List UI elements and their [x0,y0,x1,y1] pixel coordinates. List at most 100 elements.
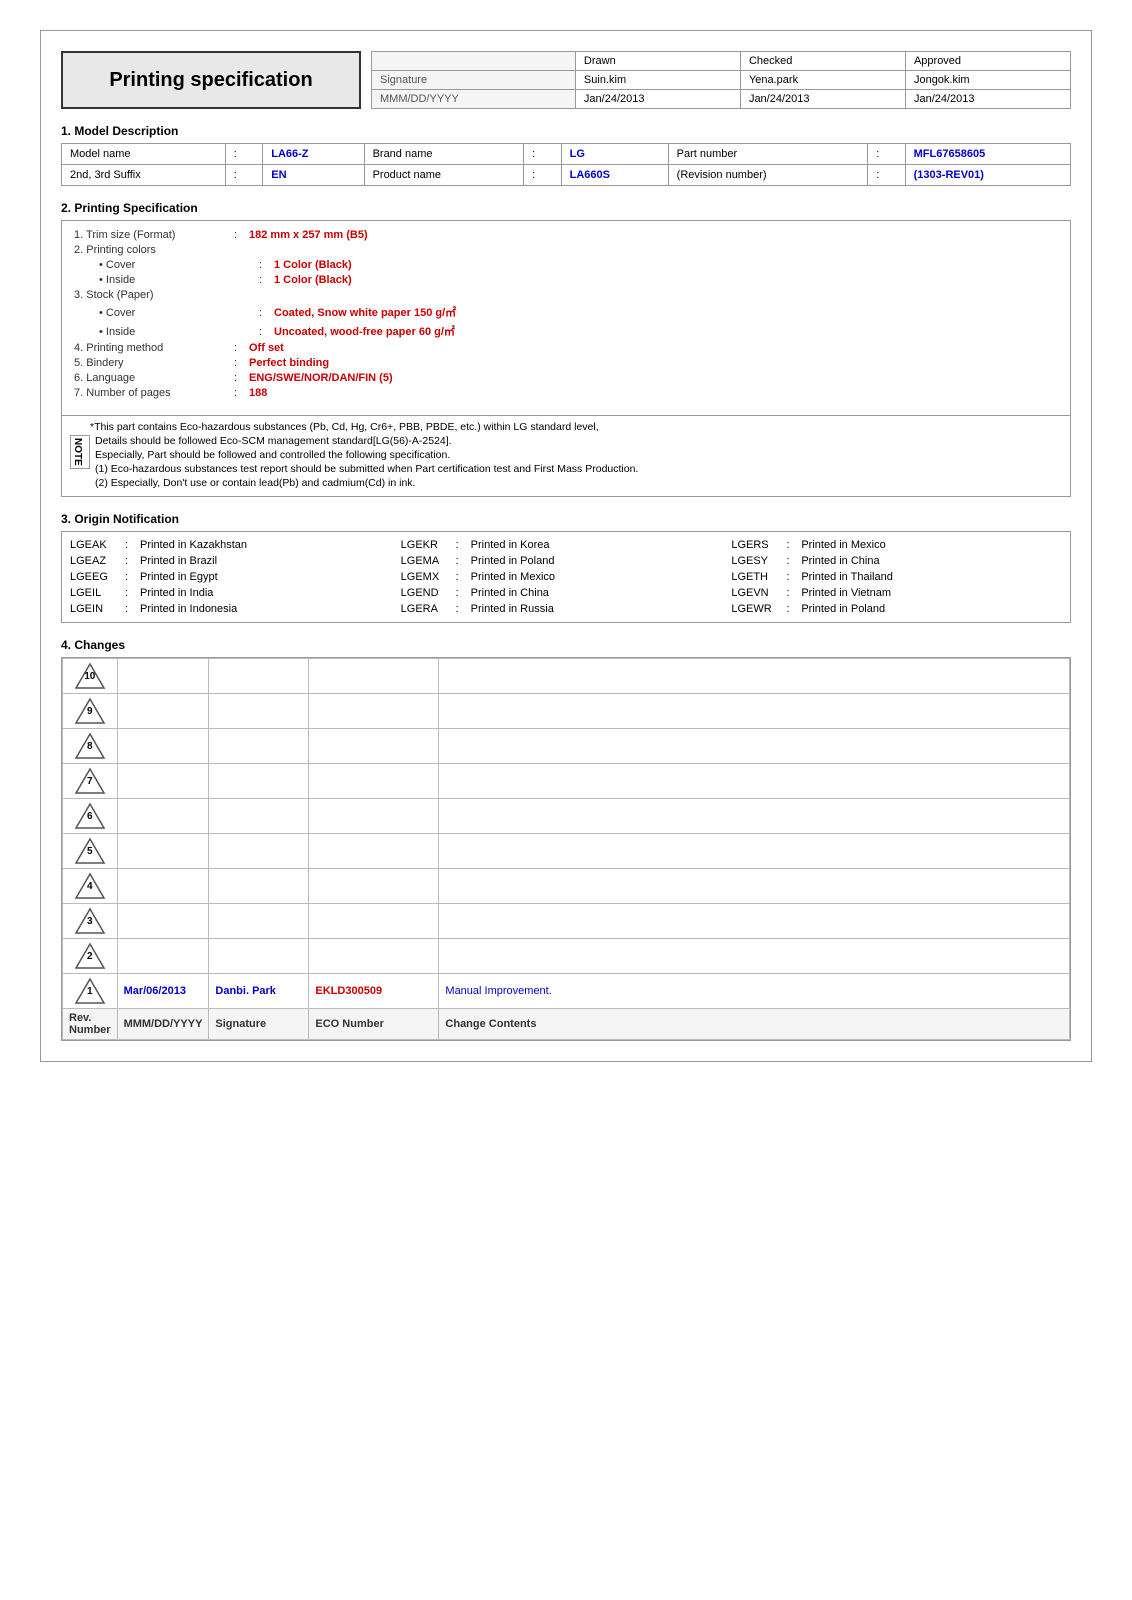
model-name-value: LA66-Z [263,144,364,165]
cover-color-row: • Cover : 1 Color (Black) [74,259,1058,271]
inside-stock-label: • Inside [99,326,259,338]
rev-cell-1: 1 [63,974,118,1009]
origin-lgeil-code: LGEIL [70,587,125,599]
table-row: 10 [63,659,1070,694]
model-name-colon: : [225,144,262,165]
note-line1: Details should be followed Eco-SCM manag… [95,435,638,447]
revision-label: (Revision number) [668,165,868,186]
cover-color-label: • Cover [99,259,259,271]
rev-cell-7: 7 [63,764,118,799]
origin-lgers-text: Printed in Mexico [801,539,885,551]
eco-cell-7 [309,764,439,799]
origin-lgeil-text: Printed in India [140,587,213,599]
checked-sig: Yena.park [740,71,905,90]
eco-cell-3 [309,904,439,939]
page-title: Printing specification [109,69,312,92]
origin-lgewr: LGEWR : Printed in Poland [731,601,1062,617]
origin-lgesy-text: Printed in China [801,555,879,567]
revision-colon: : [868,165,905,186]
brand-name-label: Brand name [364,144,524,165]
note-line2: Especially, Part should be followed and … [95,449,638,461]
pages-label: 7. Number of pages [74,387,234,399]
drawn-date: Jan/24/2013 [575,90,740,109]
date-cell-7 [117,764,209,799]
eco-cell-2 [309,939,439,974]
revision-value: (1303-REV01) [905,165,1070,186]
part-number-colon: : [868,144,905,165]
language-colon: : [234,372,249,384]
signature-label: Signature [372,71,576,90]
sig-cell-6 [209,799,309,834]
brand-name-colon: : [524,144,561,165]
origin-lgevn-text: Printed in Vietnam [801,587,891,599]
printing-colors-row: 2. Printing colors [74,244,1058,256]
note-left-label: NOTE [70,435,90,469]
origin-lgewr-code: LGEWR [731,603,786,615]
origin-lgemx-text: Printed in Mexico [471,571,555,583]
cover-color-colon: : [259,259,274,271]
suffix-label: 2nd, 3rd Suffix [62,165,226,186]
date-format-label: MMM/DD/YYYY [372,90,576,109]
origin-lgevn: LGEVN : Printed in Vietnam [731,585,1062,601]
sig-cell-8 [209,729,309,764]
origin-lgeeg-text: Printed in Egypt [140,571,218,583]
origin-lgeil: LGEIL : Printed in India [70,585,401,601]
eco-cell-9 [309,694,439,729]
origin-lgeak-code: LGEAK [70,539,125,551]
origin-lgekr-code: LGEKR [401,539,456,551]
table-row: 4 [63,869,1070,904]
print-method-colon: : [234,342,249,354]
sig-cell-10 [209,659,309,694]
table-row: 6 [63,799,1070,834]
cover-stock-colon: : [259,307,274,319]
product-name-colon: : [524,165,561,186]
origin-lgend-code: LGEND [401,587,456,599]
origin-lgemx: LGEMX : Printed in Mexico [401,569,732,585]
stock-row: 3. Stock (Paper) [74,289,1058,301]
approval-header-empty [372,52,576,71]
print-method-row: 4. Printing method : Off set [74,342,1058,354]
origin-lgevn-code: LGEVN [731,587,786,599]
change-cell-4 [439,869,1070,904]
inside-stock-row: • Inside : Uncoated, wood-free paper 60 … [74,323,1058,339]
change-cell-3 [439,904,1070,939]
origin-lgema-text: Printed in Poland [471,555,555,567]
origin-lgeth-code: LGETH [731,571,786,583]
rev-cell-4: 4 [63,869,118,904]
change-cell-5 [439,834,1070,869]
origin-lgemx-code: LGEMX [401,571,456,583]
printing-spec-box: 1. Trim size (Format) : 182 mm x 257 mm … [61,220,1071,497]
trim-size-row: 1. Trim size (Format) : 182 mm x 257 mm … [74,229,1058,241]
origin-lgein-text: Printed in Indonesia [140,603,237,615]
sig-cell-1: Danbi. Park [209,974,309,1009]
drawn-label: Drawn [575,52,740,71]
printing-colors-label: 2. Printing colors [74,244,234,256]
origin-lgeaz-code: LGEAZ [70,555,125,567]
origin-lgeth: LGETH : Printed in Thailand [731,569,1062,585]
title-box: Printing specification [61,51,361,109]
section4-title: 4. Changes [61,638,1071,652]
cover-stock-value: Coated, Snow white paper 150 g/㎡ [274,304,456,320]
date-cell-9 [117,694,209,729]
bindery-value: Perfect binding [249,357,329,369]
origin-box: LGEAK : Printed in Kazakhstan LGEKR : Pr… [61,531,1071,623]
table-row: 5 [63,834,1070,869]
rev-cell-5: 5 [63,834,118,869]
origin-lgeeg: LGEEG : Printed in Egypt [70,569,401,585]
table-footer-row: Rev. Number MMM/DD/YYYY Signature ECO Nu… [63,1009,1070,1040]
stock-label: 3. Stock (Paper) [74,289,234,301]
eco-cell-6 [309,799,439,834]
drawn-sig: Suin.kim [575,71,740,90]
origin-lgend: LGEND : Printed in China [401,585,732,601]
origin-lgesy: LGESY : Printed in China [731,553,1062,569]
changes-table: 10 9 [62,658,1070,1040]
table-row: 1 Mar/06/2013 Danbi. Park EKLD300509 Man… [63,974,1070,1009]
bindery-row: 5. Bindery : Perfect binding [74,357,1058,369]
rev-cell-9: 9 [63,694,118,729]
sig-cell-9 [209,694,309,729]
table-row: 3 [63,904,1070,939]
origin-lgeak: LGEAK : Printed in Kazakhstan [70,537,401,553]
inside-color-row: • Inside : 1 Color (Black) [74,274,1058,286]
date-cell-10 [117,659,209,694]
cover-color-value: 1 Color (Black) [274,259,352,271]
